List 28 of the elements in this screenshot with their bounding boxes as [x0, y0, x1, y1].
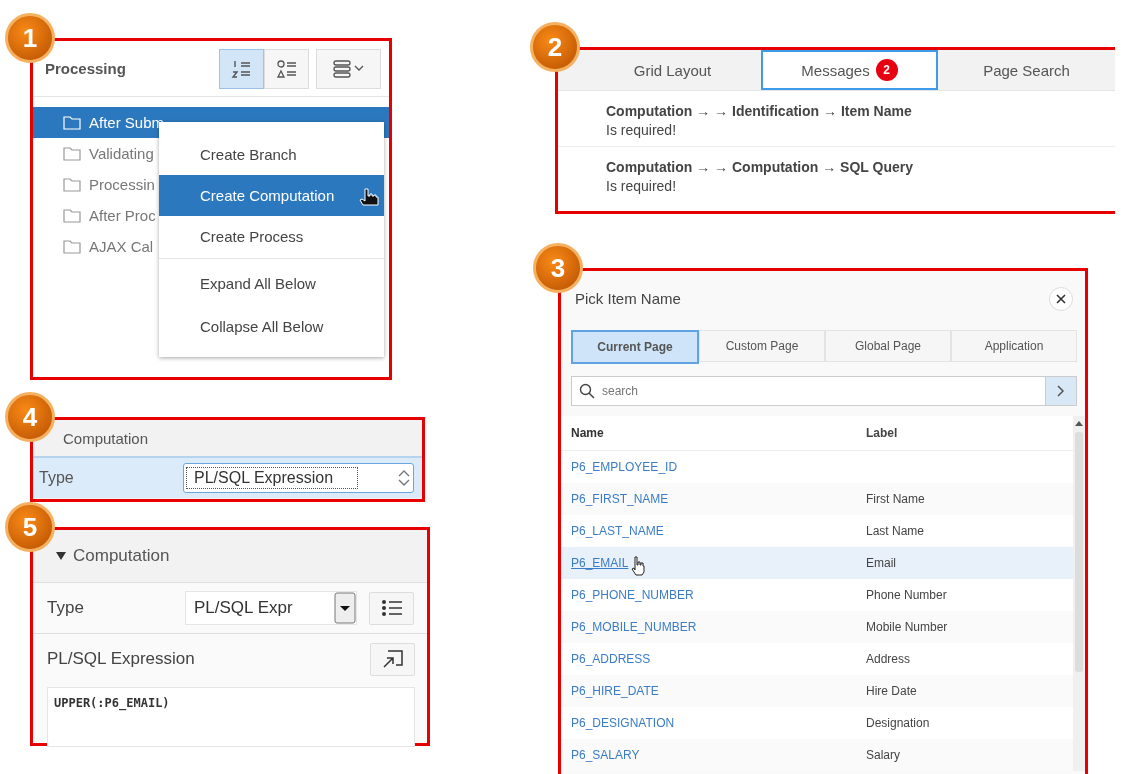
table-cell: Phone Number: [866, 588, 947, 603]
section-title: Computation: [63, 429, 149, 447]
message-text: Is required!: [606, 122, 678, 138]
code-text: UPPER(:P6_EMAIL): [54, 696, 170, 710]
table-cell: Address: [866, 652, 911, 667]
callout-number: 5: [5, 502, 55, 552]
table-cell: Email: [866, 556, 896, 571]
column-header: Name: [571, 426, 605, 441]
message-path: Computation → → Identification → Item Name: [606, 103, 913, 119]
column-header: Label: [866, 426, 898, 441]
message-text: Is required!: [606, 178, 678, 194]
field-label: PL/SQL Expression: [47, 649, 196, 669]
callout-number: 1: [5, 13, 55, 63]
callout-number: 2: [530, 22, 580, 72]
table-cell: Salary: [866, 748, 900, 763]
panel-title: Processing: [45, 60, 127, 77]
callout-number: 4: [5, 392, 55, 442]
table-cell: Last Name: [866, 524, 925, 539]
field-label: Type: [47, 598, 85, 618]
callout-number: 3: [533, 243, 583, 294]
count-badge: 2: [875, 59, 898, 81]
table-cell: Designation: [866, 716, 930, 731]
table-cell: First Name: [866, 492, 925, 507]
table-cell: Mobile Number: [866, 620, 948, 635]
field-label: Type: [39, 469, 75, 487]
table-cell: Hire Date: [866, 684, 917, 699]
section-title: Computation: [73, 546, 170, 566]
message-path: Computation → → Computation → SQL Query: [606, 159, 914, 175]
